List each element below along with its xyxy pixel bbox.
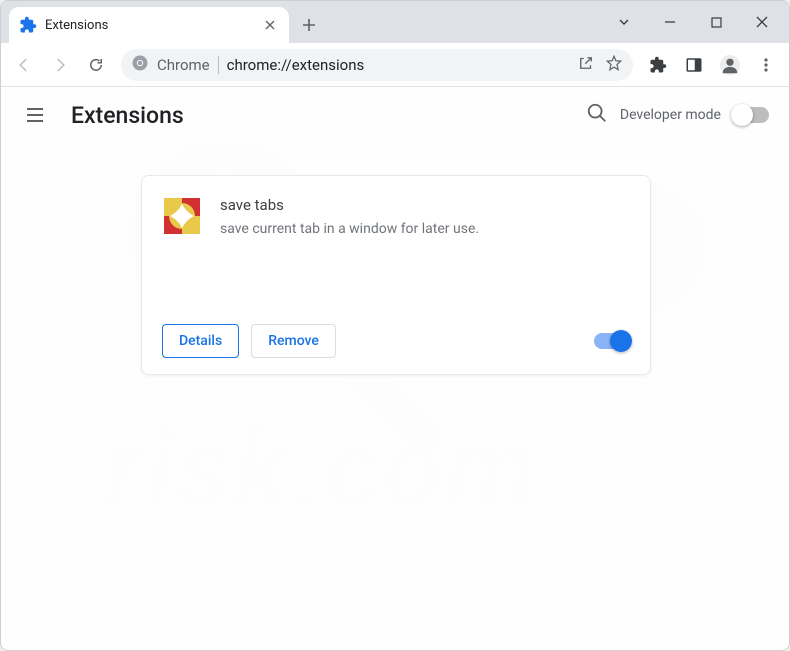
remove-button[interactable]: Remove [251, 324, 336, 358]
extension-description: save current tab in a window for later u… [220, 220, 630, 240]
minimize-button[interactable] [647, 7, 693, 37]
toolbar: Chrome chrome://extensions [1, 43, 789, 87]
search-icon[interactable] [586, 102, 608, 128]
new-tab-button[interactable] [295, 11, 323, 39]
bookmark-star-icon[interactable] [605, 54, 623, 76]
page-content: Extensions Developer mode [1, 87, 789, 650]
close-button[interactable] [739, 7, 785, 37]
extension-name: save tabs [220, 196, 630, 214]
extension-logo-icon [162, 196, 202, 236]
titlebar: Extensions [1, 1, 789, 43]
back-button[interactable] [7, 48, 41, 82]
chrome-logo-icon [131, 54, 149, 76]
developer-mode-label: Developer mode [620, 107, 721, 123]
page-title: Extensions [71, 102, 184, 129]
details-button[interactable]: Details [162, 324, 239, 358]
tab-title: Extensions [45, 18, 261, 33]
extensions-icon[interactable] [641, 48, 675, 82]
maximize-button[interactable] [693, 7, 739, 37]
hamburger-menu-icon[interactable] [21, 101, 49, 129]
tab-close-icon[interactable] [261, 16, 279, 34]
omnibox-url: chrome://extensions [227, 56, 569, 74]
share-icon[interactable] [577, 54, 595, 76]
chevron-down-icon[interactable] [601, 7, 647, 37]
omnibox-prefix: Chrome [157, 56, 210, 74]
extension-enable-toggle[interactable] [594, 333, 630, 349]
omnibox-separator [218, 56, 219, 74]
sidepanel-icon[interactable] [677, 48, 711, 82]
kebab-menu-icon[interactable] [749, 48, 783, 82]
window-controls [601, 1, 789, 43]
address-bar[interactable]: Chrome chrome://extensions [121, 49, 633, 81]
reload-button[interactable] [79, 48, 113, 82]
extension-puzzle-icon [19, 16, 37, 34]
forward-button[interactable] [43, 48, 77, 82]
extension-card: save tabs save current tab in a window f… [141, 175, 651, 375]
developer-mode-toggle[interactable] [733, 107, 769, 123]
browser-window: Extensions [0, 0, 790, 651]
profile-avatar-icon[interactable] [713, 48, 747, 82]
page-header: Extensions Developer mode [1, 87, 789, 143]
browser-tab[interactable]: Extensions [9, 7, 289, 43]
